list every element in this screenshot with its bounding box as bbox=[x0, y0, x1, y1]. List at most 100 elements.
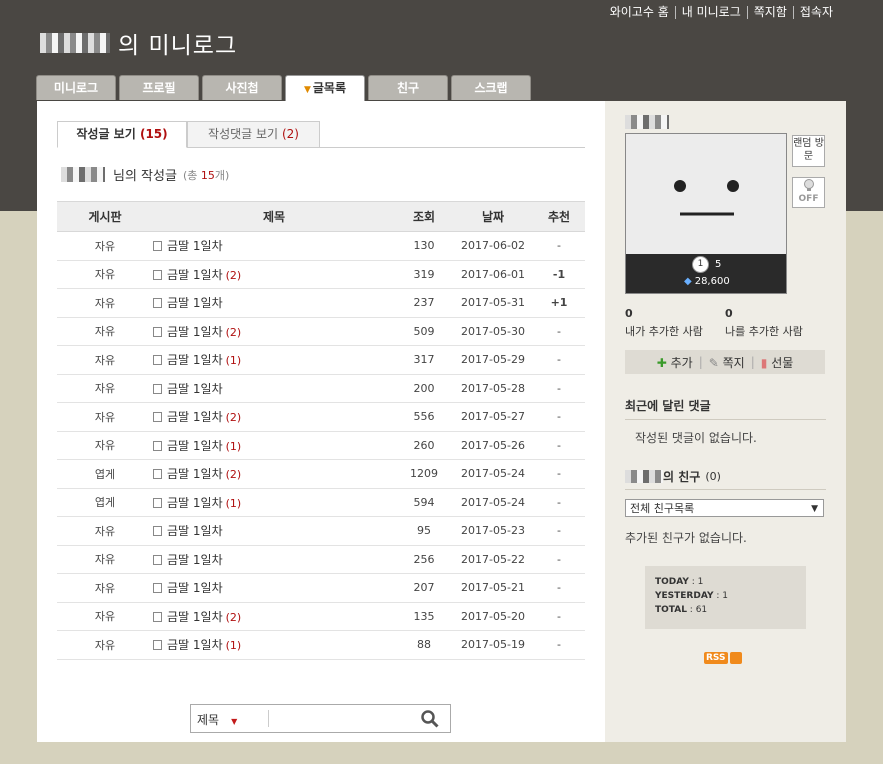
row-title[interactable]: 금딸 1일차 bbox=[153, 516, 395, 546]
tab-scrap[interactable]: 스크랩 bbox=[451, 75, 531, 100]
row-board[interactable]: 자유 bbox=[57, 573, 153, 603]
row-title-text[interactable]: 금딸 1일차 bbox=[167, 325, 223, 339]
friends-count: (0) bbox=[705, 470, 721, 483]
table-row[interactable]: 엽게 금딸 1일차 (1) 594 2017-05-24- bbox=[57, 488, 585, 517]
today-value: 1 bbox=[697, 577, 704, 587]
row-title-text[interactable]: 금딸 1일차 bbox=[167, 382, 223, 396]
table-row[interactable]: 자유 금딸 1일차 (2) 135 2017-05-20- bbox=[57, 602, 585, 631]
document-icon bbox=[153, 326, 162, 337]
section-divider bbox=[625, 489, 826, 490]
table-row[interactable]: 자유 금딸 1일차 (2) 319 2017-06-01 -1 bbox=[57, 260, 585, 289]
row-board[interactable]: 자유 bbox=[57, 231, 153, 261]
dropdown-arrow-icon: ▼ bbox=[231, 717, 238, 726]
row-board[interactable]: 자유 bbox=[57, 602, 153, 631]
message-button[interactable]: ✎ 쪽지 bbox=[709, 354, 745, 371]
row-title-text[interactable]: 금딸 1일차 bbox=[167, 496, 223, 510]
table-row[interactable]: 자유 금딸 1일차 95 2017-05-23- bbox=[57, 516, 585, 546]
row-board[interactable]: 자유 bbox=[57, 345, 153, 375]
row-board[interactable]: 자유 bbox=[57, 288, 153, 318]
tab-posts-label: 글목록 bbox=[312, 81, 347, 95]
table-body: 자유 금딸 1일차 130 2017-06-02- 자유 금딸 1일차 (2) 319 2017… bbox=[57, 231, 585, 660]
row-board[interactable]: 자유 bbox=[57, 431, 153, 460]
row-board[interactable]: 자유 bbox=[57, 317, 153, 346]
subtab-written[interactable]: 작성글 보기 (15) bbox=[57, 121, 187, 148]
row-board[interactable]: 자유 bbox=[57, 630, 153, 660]
bulb-toggle-button[interactable]: OFF bbox=[792, 177, 825, 208]
row-title[interactable]: 금딸 1일차 (2) bbox=[153, 260, 395, 289]
row-title-text[interactable]: 금딸 1일차 bbox=[167, 467, 223, 481]
row-title[interactable]: 금딸 1일차 bbox=[153, 545, 395, 574]
row-title-text[interactable]: 금딸 1일차 bbox=[167, 610, 223, 624]
table-row[interactable]: 엽게 금딸 1일차 (2) 1209 2017-05-24- bbox=[57, 459, 585, 489]
plus-icon: ✚ bbox=[656, 355, 667, 370]
row-title[interactable]: 금딸 1일차 (2) bbox=[153, 602, 395, 631]
random-visit-button[interactable]: 랜덤 방문 bbox=[792, 135, 825, 167]
link-messages[interactable]: 쪽지함 bbox=[748, 6, 794, 19]
table-row[interactable]: 자유 금딸 1일차 130 2017-06-02- bbox=[57, 231, 585, 261]
row-recommend: - bbox=[533, 431, 585, 460]
row-title-text[interactable]: 금딸 1일차 bbox=[167, 296, 223, 310]
row-title-text[interactable]: 금딸 1일차 bbox=[167, 353, 223, 367]
search-icon[interactable] bbox=[420, 709, 440, 732]
row-board[interactable]: 자유 bbox=[57, 260, 153, 289]
row-board[interactable]: 자유 bbox=[57, 402, 153, 432]
row-views: 135 bbox=[395, 602, 453, 631]
row-title-text[interactable]: 금딸 1일차 bbox=[167, 581, 223, 595]
row-title-text[interactable]: 금딸 1일차 bbox=[167, 268, 223, 282]
row-title[interactable]: 금딸 1일차 (1) bbox=[153, 431, 395, 460]
row-title[interactable]: 금딸 1일차 (2) bbox=[153, 459, 395, 489]
row-title[interactable]: 금딸 1일차 (1) bbox=[153, 630, 395, 660]
added-by-me[interactable]: 0 내가 추가한 사람 bbox=[625, 307, 703, 339]
table-row[interactable]: 자유 금딸 1일차 256 2017-05-22- bbox=[57, 545, 585, 574]
row-title-text[interactable]: 금딸 1일차 bbox=[167, 239, 223, 253]
link-visitors[interactable]: 접속자 bbox=[794, 6, 839, 19]
row-title[interactable]: 금딸 1일차 bbox=[153, 231, 395, 261]
row-recommend: - bbox=[533, 630, 585, 660]
document-icon bbox=[153, 412, 162, 423]
table-row[interactable]: 자유 금딸 1일차 (1) 260 2017-05-26- bbox=[57, 431, 585, 460]
row-title-text[interactable]: 금딸 1일차 bbox=[167, 524, 223, 538]
table-row[interactable]: 자유 금딸 1일차 (1) 88 2017-05-19- bbox=[57, 630, 585, 660]
total-label: TOTAL bbox=[655, 605, 687, 615]
row-title[interactable]: 금딸 1일차 bbox=[153, 374, 395, 403]
row-title[interactable]: 금딸 1일차 (2) bbox=[153, 317, 395, 346]
row-title-text[interactable]: 금딸 1일차 bbox=[167, 439, 223, 453]
row-board[interactable]: 자유 bbox=[57, 374, 153, 403]
tab-profile[interactable]: 프로필 bbox=[119, 75, 199, 100]
tab-minilog[interactable]: 미니로그 bbox=[36, 75, 116, 100]
row-title-text[interactable]: 금딸 1일차 bbox=[167, 553, 223, 567]
row-board[interactable]: 엽게 bbox=[57, 459, 153, 489]
row-title[interactable]: 금딸 1일차 (2) bbox=[153, 402, 395, 432]
subtab-comments[interactable]: 작성댓글 보기 (2) bbox=[187, 121, 320, 148]
row-board[interactable]: 자유 bbox=[57, 545, 153, 574]
row-title[interactable]: 금딸 1일차 (1) bbox=[153, 345, 395, 375]
row-title[interactable]: 금딸 1일차 bbox=[153, 573, 395, 603]
recent-comments-title: 최근에 달린 댓글 bbox=[625, 399, 711, 413]
tab-photos[interactable]: 사진첩 bbox=[202, 75, 282, 100]
link-home[interactable]: 와이고수 홈 bbox=[604, 6, 676, 19]
row-title[interactable]: 금딸 1일차 (1) bbox=[153, 488, 395, 517]
tab-posts[interactable]: ▼ 글목록 bbox=[285, 75, 365, 102]
add-button[interactable]: ✚ 추가 bbox=[657, 354, 693, 371]
row-title-text[interactable]: 금딸 1일차 bbox=[167, 410, 223, 424]
friends-select[interactable]: 전체 친구목록 ▼ bbox=[625, 499, 824, 517]
search-field-select[interactable]: 제목 ▼ bbox=[197, 711, 237, 728]
row-board[interactable]: 엽게 bbox=[57, 488, 153, 517]
table-row[interactable]: 자유 금딸 1일차 237 2017-05-31 +1 bbox=[57, 288, 585, 318]
table-row[interactable]: 자유 금딸 1일차 200 2017-05-28- bbox=[57, 374, 585, 403]
table-row[interactable]: 자유 금딸 1일차 (2) 556 2017-05-27- bbox=[57, 402, 585, 432]
tab-friends[interactable]: 친구 bbox=[368, 75, 448, 100]
row-date: 2017-05-29 bbox=[453, 345, 533, 375]
added-me[interactable]: 0 나를 추가한 사람 bbox=[725, 307, 803, 339]
row-views: 95 bbox=[395, 516, 453, 546]
table-row[interactable]: 자유 금딸 1일차 (1) 317 2017-05-29- bbox=[57, 345, 585, 375]
row-comment-count: (2) bbox=[225, 610, 242, 624]
gift-button[interactable]: ▮ 선물 bbox=[761, 354, 794, 371]
row-title[interactable]: 금딸 1일차 bbox=[153, 288, 395, 318]
link-my-minilog[interactable]: 내 미니로그 bbox=[676, 6, 748, 19]
rss-button[interactable]: RSS bbox=[704, 652, 742, 664]
table-row[interactable]: 자유 금딸 1일차 207 2017-05-21- bbox=[57, 573, 585, 603]
row-title-text[interactable]: 금딸 1일차 bbox=[167, 638, 223, 652]
row-board[interactable]: 자유 bbox=[57, 516, 153, 546]
table-row[interactable]: 자유 금딸 1일차 (2) 509 2017-05-30- bbox=[57, 317, 585, 346]
